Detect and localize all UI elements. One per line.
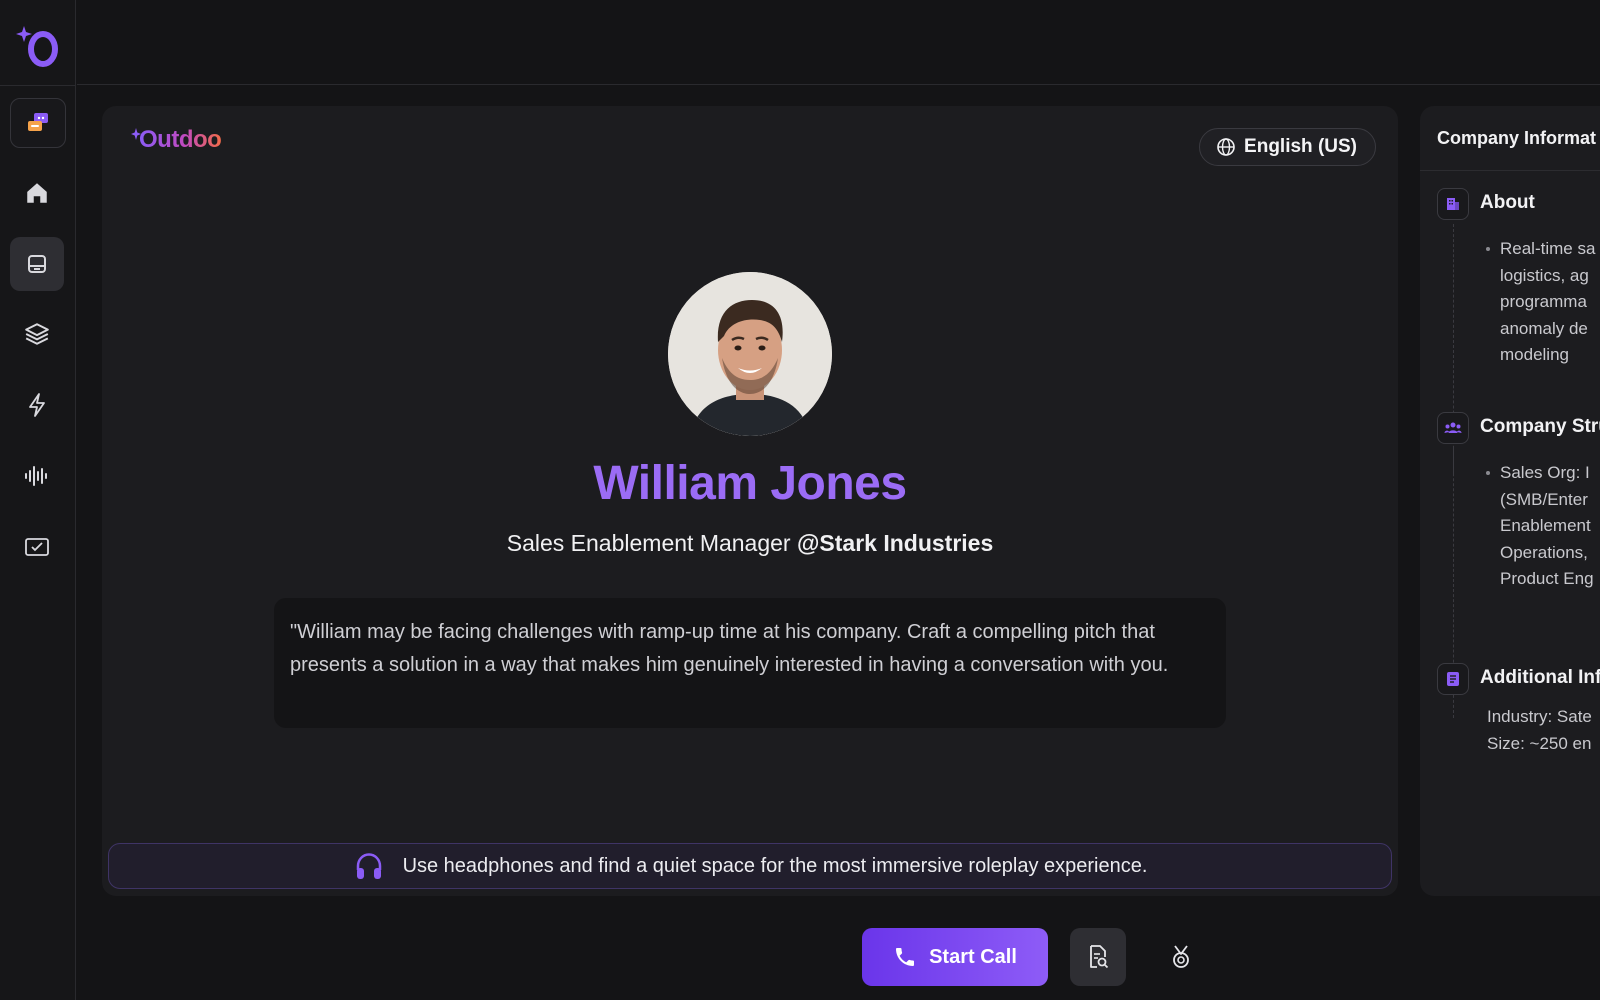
additional-line: Size: ~250 en [1487, 733, 1592, 753]
rail-waveform[interactable] [10, 449, 64, 503]
section-body-structure: Sales Org: I (SMB/Enter Enablement Opera… [1486, 460, 1600, 593]
section-body-additional: Industry: Sate Size: ~250 en [1487, 704, 1592, 757]
section-body-about: Real-time sa logistics, ag programma ano… [1486, 236, 1600, 369]
app-logo[interactable] [0, 0, 76, 86]
avatar-portrait [668, 272, 832, 436]
note-icon [1437, 663, 1469, 695]
bullet [1486, 247, 1490, 251]
section-title-additional: Additional Inf [1480, 667, 1600, 688]
additional-line: Industry: Sate [1487, 707, 1592, 726]
persona-company: @Stark Industries [796, 530, 994, 556]
start-call-button[interactable]: Start Call [862, 928, 1048, 986]
phone-icon [896, 948, 915, 966]
left-rail [0, 0, 76, 1000]
structure-line: Enablement [1500, 516, 1591, 535]
tip-text: Use headphones and find a quiet space fo… [402, 854, 1148, 877]
app-root: Outdoo English (US) William Jones Sales … [0, 0, 1600, 1000]
top-bar [77, 0, 1600, 85]
language-selector[interactable]: English (US) [1199, 128, 1376, 166]
document-search-button[interactable] [1070, 928, 1126, 986]
award-icon [1173, 945, 1189, 968]
lightning-icon [29, 393, 45, 417]
headphones-icon [356, 853, 381, 879]
globe-icon [1217, 138, 1235, 156]
about-line: modeling [1500, 345, 1569, 364]
about-line: Real-time sa [1500, 239, 1596, 258]
rail-roleplay[interactable] [10, 98, 66, 148]
roleplay-icon [28, 113, 48, 131]
language-label: English (US) [1244, 136, 1357, 157]
brand-name: Outdoo [139, 126, 222, 153]
document-search-icon [1090, 945, 1109, 969]
rail-lightning[interactable] [10, 378, 64, 432]
panel-divider [1420, 170, 1600, 171]
rail-checked-screen[interactable] [10, 520, 64, 574]
checked-screen-icon [25, 538, 49, 556]
award-button[interactable] [1164, 940, 1198, 974]
building-icon [1437, 188, 1469, 220]
persona-card: Outdoo English (US) William Jones Sales … [102, 106, 1398, 896]
section-title-structure: Company Stru [1480, 416, 1600, 437]
rail-inbox[interactable] [10, 237, 64, 291]
structure-line: Product Eng [1500, 569, 1594, 588]
rail-home[interactable] [10, 166, 64, 220]
layers-icon [25, 323, 49, 345]
company-info-panel: Company Informat About Real-time sa logi… [1420, 106, 1600, 896]
persona-role-line: Sales Enablement Manager @Stark Industri… [102, 530, 1398, 557]
persona-role: Sales Enablement Manager [506, 530, 791, 556]
structure-line: Sales Org: I [1500, 463, 1590, 482]
inbox-icon [28, 255, 46, 273]
about-line: logistics, ag [1500, 265, 1589, 285]
home-icon [27, 183, 47, 203]
bullet [1486, 471, 1490, 475]
structure-line: (SMB/Enter [1500, 489, 1588, 509]
waveform-icon [25, 466, 47, 486]
panel-title: Company Informat [1437, 128, 1597, 148]
scenario-prompt: "William may be facing challenges with r… [274, 598, 1226, 728]
persona-avatar [668, 272, 832, 436]
outdoo-logo-icon [16, 25, 58, 67]
headphones-tip: Use headphones and find a quiet space fo… [108, 843, 1392, 889]
start-call-label: Start Call [929, 945, 1017, 968]
rail-layers[interactable] [10, 307, 64, 361]
persona-name: William Jones [593, 457, 907, 510]
section-title-about: About [1480, 192, 1535, 213]
about-line: programma [1500, 292, 1587, 311]
about-line: anomaly de [1500, 318, 1588, 338]
brand-logo: Outdoo [130, 126, 222, 154]
team-icon [1437, 412, 1469, 444]
structure-line: Operations, [1500, 542, 1588, 562]
